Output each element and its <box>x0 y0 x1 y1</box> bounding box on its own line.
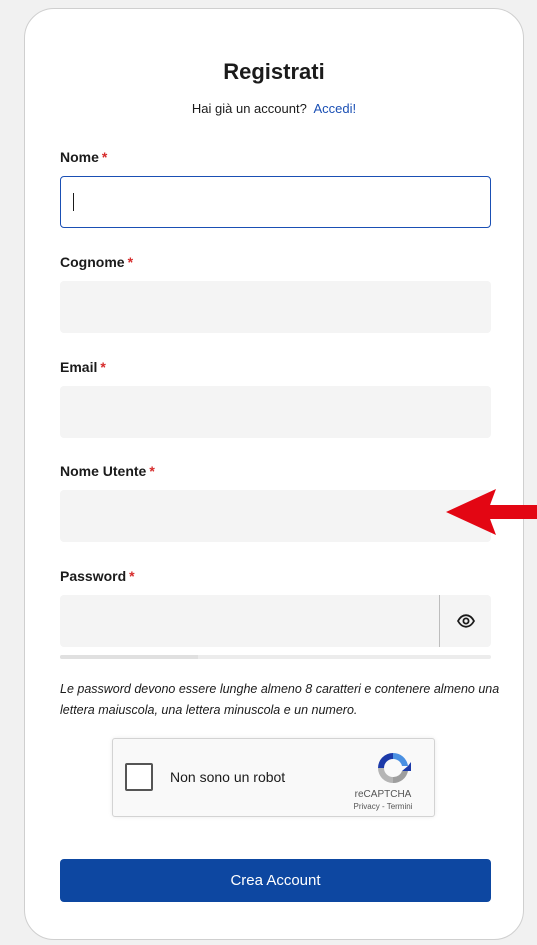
email-label-text: Email <box>60 359 98 375</box>
login-prompt-text: Hai già un account? <box>191 101 307 116</box>
password-label-text: Password <box>60 568 127 584</box>
red-arrow-icon <box>446 489 537 535</box>
username-input[interactable] <box>60 490 491 542</box>
username-label-text: Nome Utente <box>60 463 147 479</box>
required-mark: * <box>101 149 108 165</box>
email-label: Email * <box>60 359 106 375</box>
last-name-label-text: Cognome <box>60 254 125 270</box>
create-account-button[interactable]: Crea Account <box>60 859 491 902</box>
username-label: Nome Utente * <box>60 463 155 479</box>
recaptcha-widget: Non sono un robot reCAPTCHA Privacy - Te… <box>112 738 435 817</box>
recaptcha-terms-link[interactable]: Privacy - Termini <box>341 802 425 811</box>
password-hint: Le password devono essere lunghe almeno … <box>60 682 500 717</box>
first-name-input[interactable] <box>60 176 491 228</box>
page-title: Registrati <box>223 59 325 84</box>
email-input[interactable] <box>60 386 491 438</box>
first-name-label-text: Nome <box>60 149 99 165</box>
login-prompt: Hai già un account? Accedi! <box>25 101 523 116</box>
recaptcha-label: Non sono un robot <box>170 769 286 785</box>
last-name-label: Cognome * <box>60 254 133 270</box>
text-caret <box>73 193 74 211</box>
password-field <box>60 595 491 647</box>
required-mark: * <box>127 254 134 270</box>
required-mark: * <box>100 359 106 375</box>
recaptcha-brand: reCAPTCHA <box>354 789 412 800</box>
login-link[interactable]: Accedi! <box>313 101 356 116</box>
password-label: Password * <box>60 568 135 584</box>
password-toggle-button[interactable] <box>440 595 491 647</box>
recaptcha-checkbox[interactable] <box>125 763 153 791</box>
required-mark: * <box>149 463 155 479</box>
last-name-input[interactable] <box>60 281 491 333</box>
first-name-label: Nome * <box>60 149 107 165</box>
page: Registrati Hai già un account? Accedi! N… <box>0 0 537 945</box>
required-mark: * <box>129 568 135 584</box>
password-strength-bar <box>60 655 491 659</box>
password-input[interactable] <box>60 595 439 647</box>
eye-icon <box>456 614 475 628</box>
password-strength-fill <box>60 655 198 659</box>
registration-card: Registrati Hai già un account? Accedi! N… <box>24 8 524 940</box>
recaptcha-logo-icon <box>378 752 411 784</box>
